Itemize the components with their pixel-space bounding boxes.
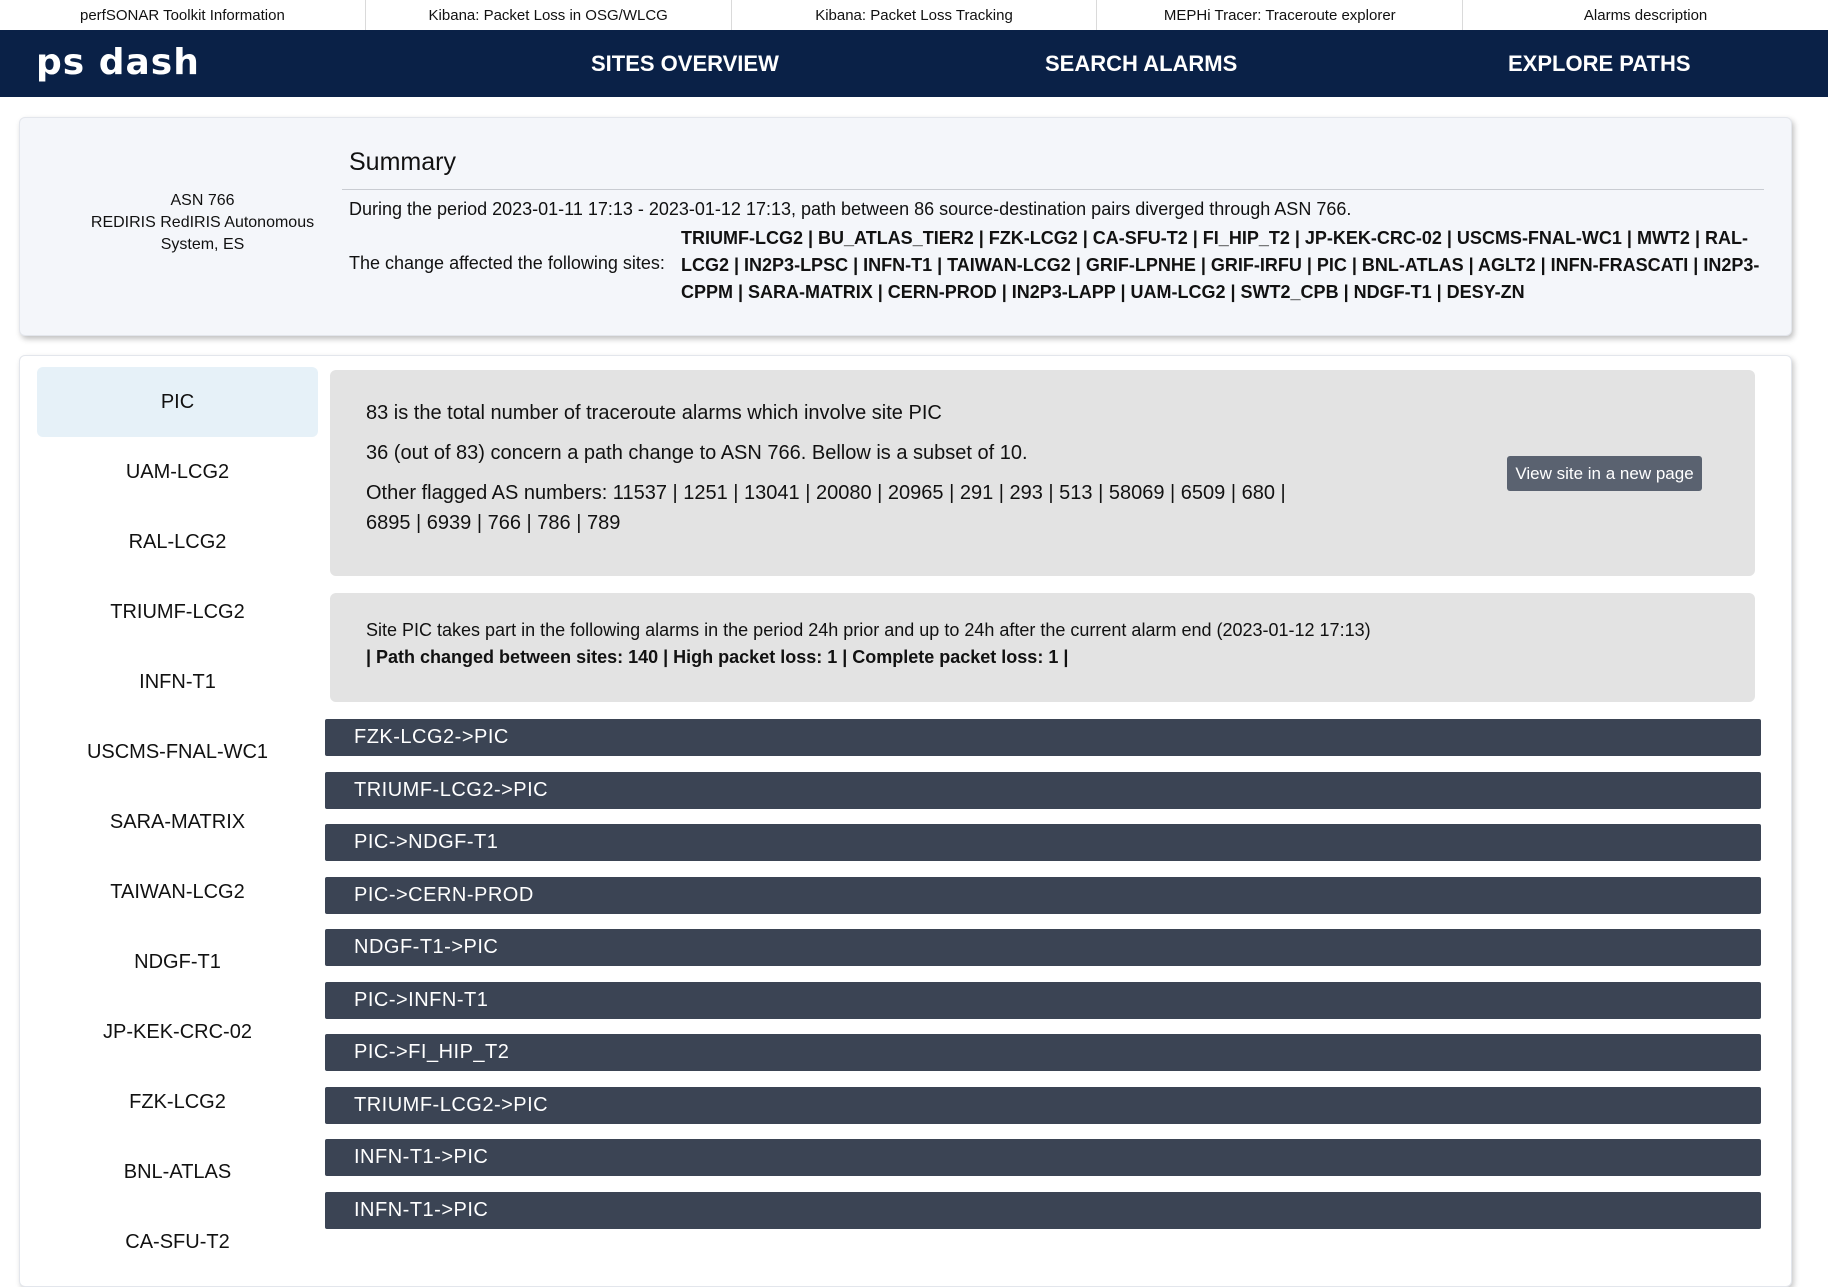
link-perfsonar-toolkit[interactable]: perfSONAR Toolkit Information	[0, 0, 366, 30]
path-item[interactable]: TRIUMF-LCG2->PIC	[325, 1086, 1761, 1124]
link-kibana-packet-loss-tracking[interactable]: Kibana: Packet Loss Tracking	[732, 0, 1098, 30]
summary-period-text: During the period 2023-01-11 17:13 - 202…	[349, 199, 1352, 219]
related-alarms-text: Site PIC takes part in the following ala…	[366, 620, 1371, 640]
sidebar-item-ral-lcg2[interactable]: RAL-LCG2	[37, 507, 318, 577]
summary-title: Summary	[349, 148, 456, 176]
affected-sites-list: TRIUMF-LCG2 | BU_ATLAS_TIER2 | FZK-LCG2 …	[681, 228, 1760, 302]
sidebar-item-pic[interactable]: PIC	[37, 367, 318, 437]
asn-name: REDIRIS RedIRIS Autonomous System, ES	[90, 214, 315, 253]
path-item[interactable]: INFN-T1->PIC	[325, 1191, 1761, 1229]
asn-info: ASN 766 REDIRIS RedIRIS Autonomous Syste…	[70, 190, 335, 256]
sidebar-item-taiwan-lcg2[interactable]: TAIWAN-LCG2	[37, 857, 318, 927]
sidebar-item-bnl-atlas[interactable]: BNL-ATLAS	[37, 1137, 318, 1207]
link-kibana-packet-loss-osg[interactable]: Kibana: Packet Loss in OSG/WLCG	[366, 0, 732, 30]
nav-sites-overview[interactable]: SITES OVERVIEW	[591, 30, 779, 97]
link-mephi-tracer[interactable]: MEPHi Tracer: Traceroute explorer	[1097, 0, 1464, 30]
sidebar-item-uscms-fnal-wc1[interactable]: USCMS-FNAL-WC1	[37, 717, 318, 787]
external-links-bar: perfSONAR Toolkit Information Kibana: Pa…	[0, 0, 1828, 30]
sidebar-item-triumf-lcg2[interactable]: TRIUMF-LCG2	[37, 577, 318, 647]
path-change-subset-text: 36 (out of 83) concern a path change to …	[366, 442, 1028, 464]
view-site-button[interactable]: View site in a new page	[1507, 456, 1702, 491]
sidebar-item-uam-lcg2[interactable]: UAM-LCG2	[37, 437, 318, 507]
related-alarms-info: Site PIC takes part in the following ala…	[330, 593, 1755, 702]
path-item[interactable]: INFN-T1->PIC	[325, 1139, 1761, 1176]
sidebar-item-sara-matrix[interactable]: SARA-MATRIX	[37, 787, 318, 857]
link-alarms-description[interactable]: Alarms description	[1463, 0, 1828, 30]
ps-dash-logo[interactable]: ps dash	[36, 43, 200, 83]
summary-divider	[342, 189, 1764, 190]
path-item[interactable]: PIC->INFN-T1	[325, 981, 1761, 1019]
sidebar-item-infn-t1[interactable]: INFN-T1	[37, 647, 318, 717]
main-navbar: ps dash SITES OVERVIEW SEARCH ALARMS EXP…	[0, 30, 1828, 97]
summary-card: ASN 766 REDIRIS RedIRIS Autonomous Syste…	[19, 117, 1792, 336]
path-item[interactable]: PIC->NDGF-T1	[325, 824, 1761, 861]
path-item[interactable]: NDGF-T1->PIC	[325, 929, 1761, 966]
path-accordion-list: FZK-LCG2->PIC TRIUMF-LCG2->PIC PIC->NDGF…	[325, 719, 1761, 1244]
sites-sidebar: PIC UAM-LCG2 RAL-LCG2 TRIUMF-LCG2 INFN-T…	[37, 367, 318, 1277]
related-alarms-counts: | Path changed between sites: 140 | High…	[366, 647, 1069, 667]
path-item[interactable]: PIC->FI_HIP_T2	[325, 1034, 1761, 1071]
sidebar-item-fzk-lcg2[interactable]: FZK-LCG2	[37, 1067, 318, 1137]
sidebar-item-jp-kek-crc-02[interactable]: JP-KEK-CRC-02	[37, 997, 318, 1067]
other-as-numbers-line2: 6895 | 6939 | 766 | 786 | 789	[366, 512, 621, 534]
asn-number: ASN 766	[170, 192, 235, 209]
affected-sites-label: The change affected the following sites:	[349, 253, 665, 273]
other-as-numbers-line1: Other flagged AS numbers: 11537 | 1251 |…	[366, 482, 1286, 504]
nav-explore-paths[interactable]: EXPLORE PATHS	[1508, 30, 1691, 97]
path-item[interactable]: TRIUMF-LCG2->PIC	[325, 771, 1761, 809]
sidebar-item-ndgf-t1[interactable]: NDGF-T1	[37, 927, 318, 997]
total-alarms-text: 83 is the total number of traceroute ala…	[366, 402, 942, 424]
site-alarm-summary: 83 is the total number of traceroute ala…	[330, 370, 1755, 576]
path-item[interactable]: FZK-LCG2->PIC	[325, 719, 1761, 756]
nav-search-alarms[interactable]: SEARCH ALARMS	[1045, 30, 1237, 97]
path-item[interactable]: PIC->CERN-PROD	[325, 876, 1761, 914]
